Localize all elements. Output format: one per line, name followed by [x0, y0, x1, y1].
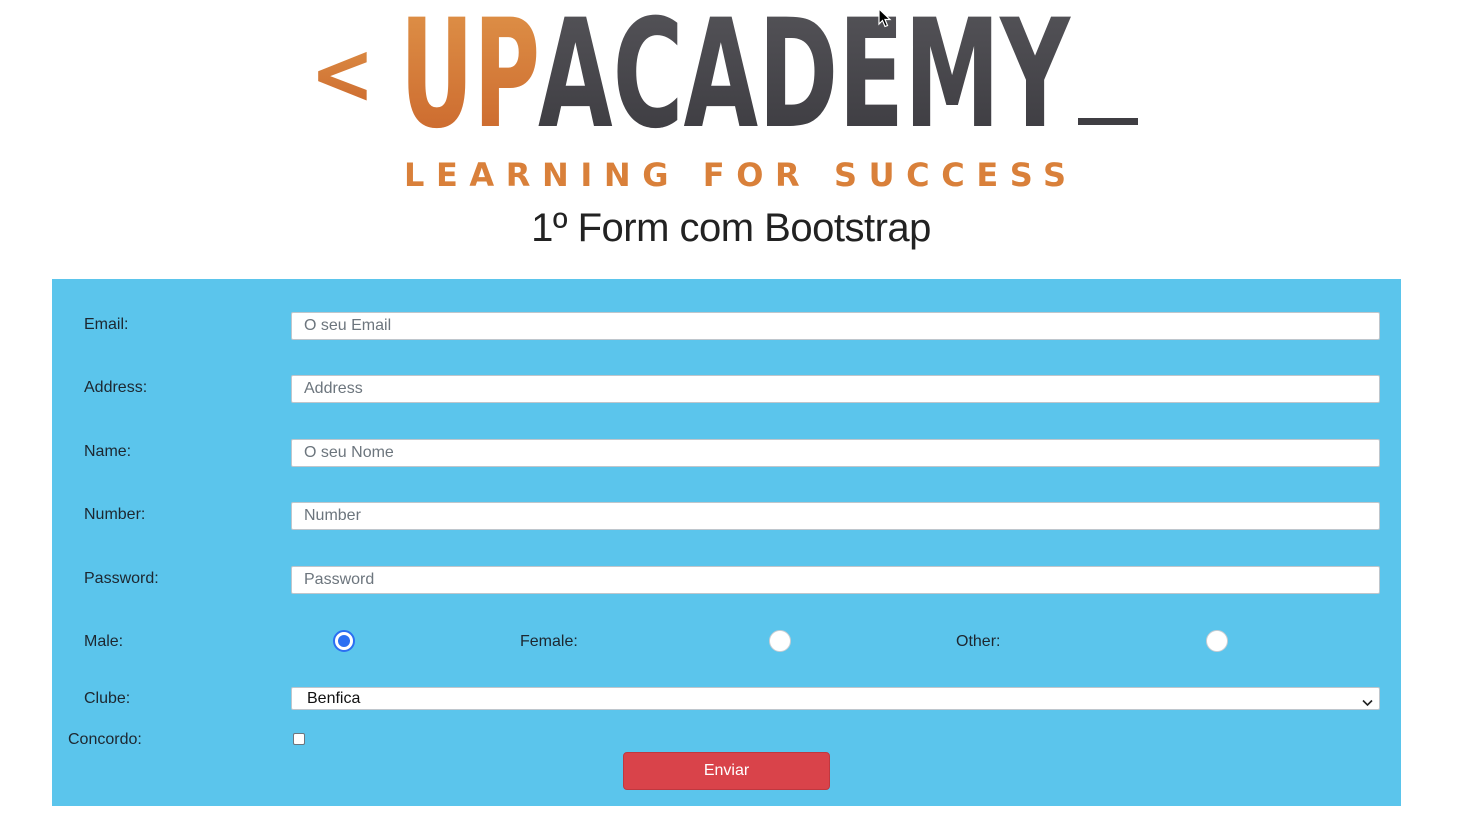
agree-label: Concordo:: [68, 731, 142, 748]
logo-academy: ACADEMY: [538, 8, 1072, 162]
name-label: Name:: [84, 443, 132, 460]
address-field[interactable]: [291, 375, 1380, 403]
club-select[interactable]: Benfica: [291, 687, 1380, 710]
female-radio[interactable]: [769, 630, 791, 652]
password-field[interactable]: [291, 566, 1380, 594]
logo-underscore: [1078, 118, 1138, 125]
male-label: Male:: [84, 633, 124, 650]
password-label: Password:: [84, 570, 159, 587]
club-label: Clube:: [84, 690, 131, 707]
female-label: Female:: [520, 633, 578, 650]
club-selected-value: Benfica: [307, 690, 361, 707]
address-label: Address:: [84, 379, 148, 396]
logo-graphic: < UP ACADEMY _ LEARNING FOR SUCCESS: [310, 8, 1138, 194]
page-title: 1º Form com Bootstrap: [531, 206, 931, 250]
chevron-down-icon: [1362, 694, 1373, 712]
mouse-cursor-icon: [878, 7, 892, 33]
email-label: Email:: [84, 316, 129, 333]
submit-button[interactable]: Enviar: [623, 752, 830, 790]
logo-bracket: <: [310, 24, 375, 124]
name-field[interactable]: [291, 439, 1380, 467]
male-radio[interactable]: [333, 630, 355, 652]
email-field[interactable]: [291, 312, 1380, 340]
number-label: Number:: [84, 506, 146, 523]
other-label: Other:: [956, 633, 1001, 650]
agree-checkbox[interactable]: [293, 733, 305, 745]
other-radio[interactable]: [1206, 630, 1228, 652]
number-field[interactable]: [291, 502, 1380, 530]
upacademy-logo: < UP ACADEMY _ LEARNING FOR SUCCESS: [300, 8, 1160, 198]
signup-form: Email: Address: Name: Number: Password: …: [52, 279, 1401, 806]
logo-up: UP: [400, 8, 540, 162]
